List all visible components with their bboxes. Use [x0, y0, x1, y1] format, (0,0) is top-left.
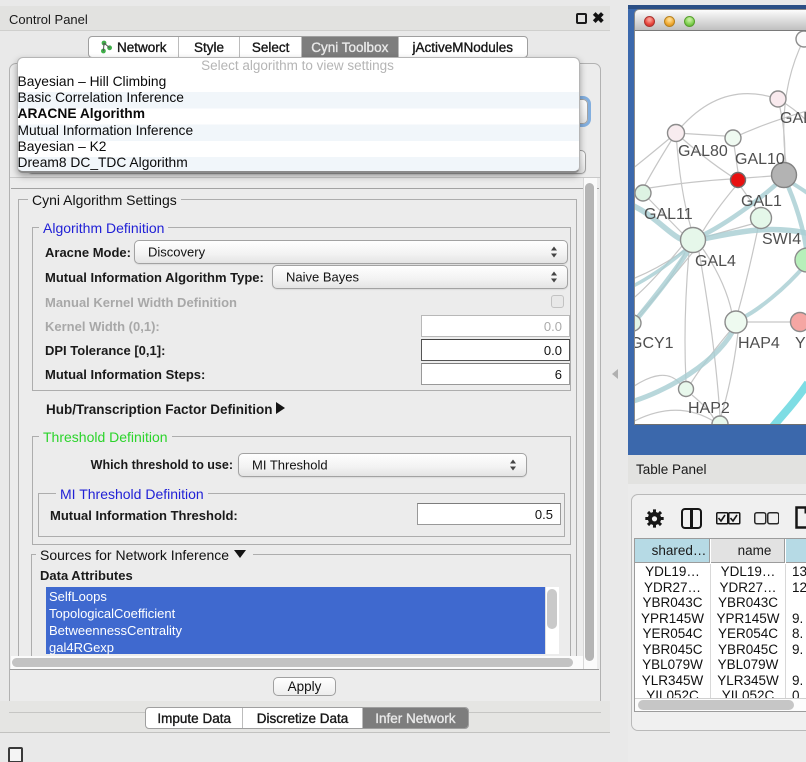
svg-text:GAL7: GAL7 [780, 110, 806, 127]
svg-text:GCY1: GCY1 [635, 335, 674, 352]
svg-text:GAL11: GAL11 [644, 206, 693, 223]
svg-text:SWI4: SWI4 [762, 231, 801, 248]
svg-text:GAL1: GAL1 [741, 193, 782, 210]
svg-text:GAL10: GAL10 [735, 151, 785, 168]
svg-text:YEL0: YEL0 [795, 335, 806, 352]
svg-text:HAP4: HAP4 [738, 335, 780, 352]
svg-text:GAL4: GAL4 [695, 253, 736, 270]
svg-text:HAP2: HAP2 [688, 400, 730, 417]
svg-text:GAL80: GAL80 [678, 143, 728, 160]
